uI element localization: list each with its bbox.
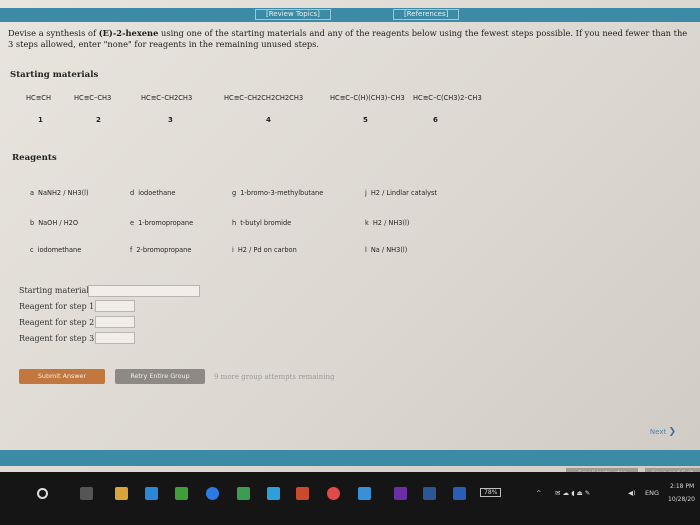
starting-materials-heading: Starting materials xyxy=(10,70,99,80)
reagent-h: h t-butyl bromide xyxy=(232,219,291,227)
starting-material-6: HC≡C–C(CH3)2–CH3 xyxy=(413,94,482,102)
starting-material-4: HC≡C–CH2CH2CH2CH3 xyxy=(224,94,304,102)
reagent-name: NaOH / H2O xyxy=(38,219,79,227)
clock-date[interactable]: 10/28/20 xyxy=(668,496,695,503)
language-indicator[interactable]: ENG xyxy=(645,489,659,497)
attempts-remaining: 9 more group attempts remaining xyxy=(214,373,335,381)
reagent-b: b NaOH / H2O xyxy=(30,219,78,227)
reagent-a: a NaNH2 / NH3(l) xyxy=(30,189,89,197)
reagent-e: e 1-bromopropane xyxy=(130,219,193,227)
step2-label: Reagent for step 2 xyxy=(19,318,95,327)
reagent-name: iodomethane xyxy=(37,246,82,254)
starting-material-number: 2 xyxy=(96,116,101,124)
reagent-name: 2-bromopropane xyxy=(136,246,192,254)
starting-material-number: 1 xyxy=(38,116,43,124)
step2-input[interactable] xyxy=(95,316,135,328)
reagent-name: Na / NH3(l) xyxy=(370,246,408,254)
reagent-letter: a xyxy=(30,189,35,197)
starting-material-number: 4 xyxy=(266,116,271,124)
step1-input[interactable] xyxy=(95,300,135,312)
starting-material-3: HC≡C–CH2CH3 xyxy=(141,94,193,102)
reagent-name: H2 / Pd on carbon xyxy=(237,246,297,254)
starting-material-1: HC≡CH xyxy=(26,94,51,102)
reagent-g: g 1-bromo-3-methylbutane xyxy=(232,189,323,197)
reagent-letter: i xyxy=(232,246,234,254)
next-arrow-icon: ❯ xyxy=(668,427,676,437)
next-label: Next xyxy=(649,428,667,436)
starting-material-input[interactable] xyxy=(88,285,200,297)
reagent-letter: h xyxy=(232,219,237,227)
reagent-l: l Na / NH3(l) xyxy=(365,246,407,254)
reagent-f: f 2-bromopropane xyxy=(130,246,191,254)
starting-material-number: 6 xyxy=(433,116,438,124)
app-icon[interactable] xyxy=(358,487,371,500)
reagent-i: i H2 / Pd on carbon xyxy=(232,246,297,254)
step3-label: Reagent for step 3 xyxy=(19,334,95,343)
reagent-name: t-butyl bromide xyxy=(240,219,292,227)
question-instructions: Devise a synthesis of (E)-2-hexene using… xyxy=(8,28,688,49)
battery-indicator[interactable]: 78% xyxy=(480,488,502,497)
start-circle-icon[interactable] xyxy=(37,488,48,499)
step1-label: Reagent for step 1 xyxy=(19,302,95,311)
skype-icon[interactable] xyxy=(206,487,219,500)
retry-group-button[interactable]: Retry Entire Group xyxy=(115,369,205,384)
volume-icon[interactable]: ◀) xyxy=(628,489,636,497)
reagent-name: H2 / NH3(l) xyxy=(372,219,410,227)
tray-up-arrow-icon[interactable]: ^ xyxy=(536,489,541,497)
mail-icon[interactable] xyxy=(267,487,280,500)
spreadsheet-icon[interactable] xyxy=(237,487,250,500)
office-icon[interactable] xyxy=(296,487,309,500)
reagent-letter: g xyxy=(232,189,237,197)
reagent-letter: e xyxy=(130,219,135,227)
screen: [Review Topics] [References] Devise a sy… xyxy=(0,0,700,525)
reagent-name: 1-bromopropane xyxy=(138,219,194,227)
reagent-letter: d xyxy=(130,189,135,197)
reagent-letter: f xyxy=(130,246,133,254)
target-compound: (E)-2-hexene xyxy=(98,28,159,38)
starting-material-2: HC≡C–CH3 xyxy=(74,94,112,102)
header-bar: [Review Topics] [References] xyxy=(0,8,700,22)
step3-input[interactable] xyxy=(95,332,135,344)
edge-browser-icon[interactable] xyxy=(145,487,158,500)
file-explorer-icon[interactable] xyxy=(115,487,128,500)
clock-time[interactable]: 2:18 PM xyxy=(670,483,694,490)
starting-material-5: HC≡C–C(H)(CH3)–CH3 xyxy=(330,94,405,102)
chrome-icon[interactable] xyxy=(327,487,340,500)
reagents-heading: Reagents xyxy=(12,153,57,163)
footer-bar xyxy=(0,450,700,466)
reagent-k: k H2 / NH3(l) xyxy=(365,219,409,227)
reagent-name: H2 / Lindlar catalyst xyxy=(370,189,438,197)
reagent-letter: k xyxy=(365,219,369,227)
reagent-j: j H2 / Lindlar catalyst xyxy=(365,189,437,197)
next-link[interactable]: Next ❯ xyxy=(650,427,676,437)
reagent-letter: j xyxy=(365,189,367,197)
reagent-name: 1-bromo-3-methylbutane xyxy=(240,189,324,197)
reagent-letter: c xyxy=(30,246,34,254)
reagent-name: NaNH2 / NH3(l) xyxy=(38,189,89,197)
submit-answer-button[interactable]: Submit Answer xyxy=(19,369,105,384)
starting-material-number: 5 xyxy=(363,116,368,124)
review-topics-link[interactable]: [Review Topics] xyxy=(255,9,331,20)
word-icon[interactable] xyxy=(423,487,436,500)
reagent-c: c iodomethane xyxy=(30,246,81,254)
reagent-name: iodoethane xyxy=(138,189,176,197)
onenote-icon[interactable] xyxy=(394,487,407,500)
outlook-icon[interactable] xyxy=(453,487,466,500)
tray-icons[interactable]: ✉ ☁ ◖ ⏏ ✎ xyxy=(555,489,590,497)
reagent-letter: b xyxy=(30,219,35,227)
reagent-d: d iodoethane xyxy=(130,189,175,197)
references-link[interactable]: [References] xyxy=(393,9,460,20)
task-view-icon[interactable] xyxy=(80,487,93,500)
windows-taskbar: 78% ^ ✉ ☁ ◖ ⏏ ✎ ◀) ENG 2:18 PM 10/28/20 xyxy=(0,472,700,525)
starting-material-label: Starting material xyxy=(19,286,89,295)
excel-icon[interactable] xyxy=(175,487,188,500)
starting-material-number: 3 xyxy=(168,116,173,124)
reagent-letter: l xyxy=(365,246,367,254)
